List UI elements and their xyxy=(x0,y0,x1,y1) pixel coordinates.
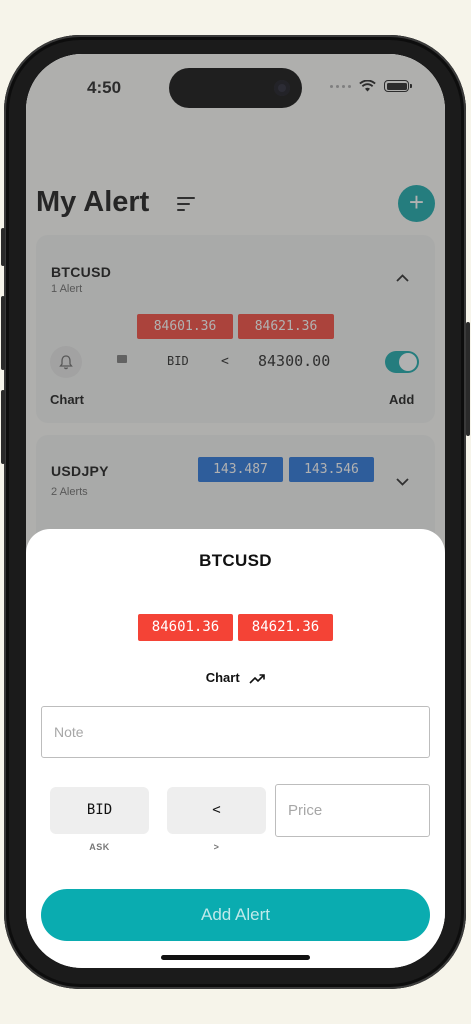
volume-up-button xyxy=(1,296,5,370)
sheet-bid-price: 84601.36 xyxy=(138,614,233,641)
operator-alt-label: > xyxy=(213,842,220,852)
trending-up-icon xyxy=(249,674,266,684)
add-alert-button[interactable]: Add Alert xyxy=(41,889,430,941)
power-button xyxy=(466,322,470,436)
side-select-button[interactable]: BID xyxy=(50,787,149,834)
sheet-ask-price: 84621.36 xyxy=(238,614,333,641)
chart-label: Chart xyxy=(205,670,240,685)
add-alert-sheet: BTCUSD 84601.36 84621.36 Chart BID ASK <… xyxy=(26,529,445,968)
sheet-title: BTCUSD xyxy=(199,551,272,570)
sheet-chart-link[interactable]: Chart xyxy=(26,670,445,685)
price-input[interactable] xyxy=(275,784,430,837)
mute-switch xyxy=(1,228,5,266)
note-input[interactable] xyxy=(41,706,430,758)
volume-down-button xyxy=(1,390,5,464)
home-indicator xyxy=(161,955,310,960)
screen: 4:50 My Alert + BTCUSD 1 Alert 84601.36 … xyxy=(26,54,445,968)
operator-select-button[interactable]: < xyxy=(167,787,266,834)
side-alt-label: ASK xyxy=(89,842,110,852)
